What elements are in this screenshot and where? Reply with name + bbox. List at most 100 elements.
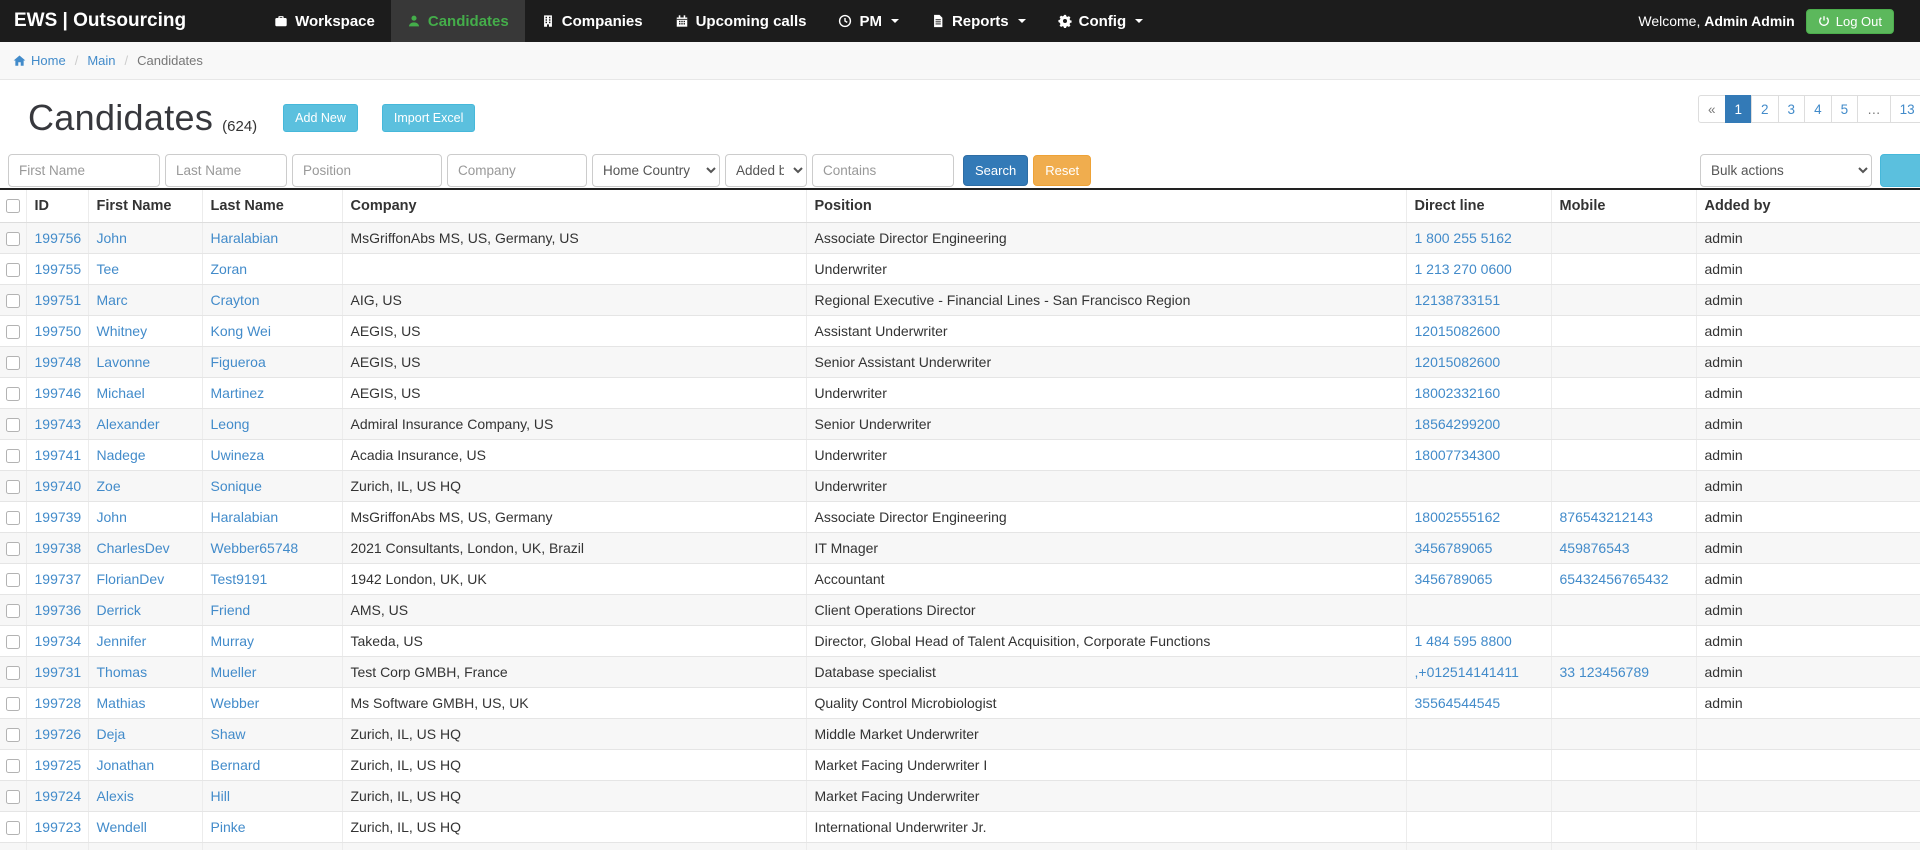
- nav-item-candidates[interactable]: Candidates: [390, 0, 525, 42]
- app-logo[interactable]: EWS | Outsourcing: [0, 0, 200, 42]
- first-name-link[interactable]: CharlesDev: [97, 540, 170, 556]
- pagination-page-1[interactable]: 1: [1724, 95, 1753, 123]
- last-name-link[interactable]: Haralabian: [211, 509, 279, 525]
- direct-line-link[interactable]: 1 800 255 5162: [1415, 230, 1512, 246]
- position-filter-input[interactable]: [292, 153, 442, 187]
- direct-line-link[interactable]: 18002332160: [1415, 385, 1501, 401]
- first-name-link[interactable]: Thomas: [97, 664, 148, 680]
- row-checkbox[interactable]: [5, 572, 20, 587]
- first-name-link[interactable]: Tee: [97, 261, 120, 277]
- last-name-link[interactable]: Figueroa: [211, 354, 266, 370]
- nav-item-companies[interactable]: Companies: [525, 0, 659, 42]
- first-name-link[interactable]: Wendell: [97, 819, 147, 835]
- last-name-link[interactable]: Zoran: [211, 261, 248, 277]
- candidate-id-link[interactable]: 199728: [35, 695, 82, 711]
- pagination-page-13[interactable]: 13: [1889, 95, 1920, 123]
- row-checkbox[interactable]: [5, 603, 20, 618]
- add-new-button[interactable]: Add New: [283, 104, 358, 132]
- last-name-link[interactable]: Uwineza: [211, 447, 265, 463]
- row-checkbox[interactable]: [5, 634, 20, 649]
- first-name-link[interactable]: Mathias: [97, 695, 146, 711]
- first-name-link[interactable]: Derrick: [97, 602, 141, 618]
- row-checkbox[interactable]: [5, 820, 20, 835]
- nav-item-pm[interactable]: PM: [822, 0, 915, 42]
- row-checkbox[interactable]: [5, 541, 20, 556]
- candidate-id-link[interactable]: 199723: [35, 819, 82, 835]
- last-name-link[interactable]: Haralabian: [211, 230, 279, 246]
- direct-line-link[interactable]: 35564544545: [1415, 695, 1501, 711]
- last-name-link[interactable]: Sonique: [211, 478, 262, 494]
- candidate-id-link[interactable]: 199736: [35, 602, 82, 618]
- candidate-id-link[interactable]: 199731: [35, 664, 82, 680]
- nav-item-reports[interactable]: Reports: [915, 0, 1042, 42]
- last-name-link[interactable]: Webber: [211, 695, 260, 711]
- company-filter-input[interactable]: [447, 153, 587, 187]
- import-excel-button[interactable]: Import Excel: [381, 104, 476, 132]
- candidate-id-link[interactable]: 199725: [35, 757, 82, 773]
- last-name-link[interactable]: Friend: [211, 602, 251, 618]
- pagination-page-2[interactable]: 2: [1751, 95, 1779, 123]
- direct-line-link[interactable]: 12138733151: [1415, 292, 1501, 308]
- nav-item-workspace[interactable]: Workspace: [258, 0, 391, 42]
- row-checkbox[interactable]: [5, 479, 20, 494]
- row-checkbox[interactable]: [5, 510, 20, 525]
- direct-line-link[interactable]: 12015082600: [1415, 354, 1501, 370]
- select-all-checkbox[interactable]: [5, 198, 20, 213]
- candidate-id-link[interactable]: 199739: [35, 509, 82, 525]
- first-name-link[interactable]: Alexander: [97, 416, 160, 432]
- first-name-link[interactable]: FlorianDev: [97, 571, 165, 587]
- direct-line-link[interactable]: 3456789065: [1415, 571, 1493, 587]
- candidate-id-link[interactable]: 199741: [35, 447, 82, 463]
- bulk-apply-button[interactable]: [1880, 154, 1920, 187]
- direct-line-link[interactable]: 1 484 595 8800: [1415, 633, 1512, 649]
- first-name-link[interactable]: Alexis: [97, 788, 134, 804]
- row-checkbox[interactable]: [5, 448, 20, 463]
- candidate-id-link[interactable]: 199740: [35, 478, 82, 494]
- direct-line-link[interactable]: 18002555162: [1415, 509, 1501, 525]
- row-checkbox[interactable]: [5, 727, 20, 742]
- direct-line-link[interactable]: 1 213 270 0600: [1415, 261, 1512, 277]
- breadcrumb-home[interactable]: Home: [31, 53, 66, 68]
- direct-line-link[interactable]: 18007734300: [1415, 447, 1501, 463]
- last-name-link[interactable]: Webber65748: [211, 540, 299, 556]
- last-name-link[interactable]: Test9191: [211, 571, 268, 587]
- row-checkbox[interactable]: [5, 758, 20, 773]
- candidate-id-link[interactable]: 199751: [35, 292, 82, 308]
- row-checkbox[interactable]: [5, 262, 20, 277]
- first-name-link[interactable]: John: [97, 230, 127, 246]
- candidate-id-link[interactable]: 199724: [35, 788, 82, 804]
- logout-button[interactable]: Log Out: [1805, 8, 1894, 34]
- first-name-filter-input[interactable]: [8, 153, 160, 187]
- direct-line-link[interactable]: 3456789065: [1415, 540, 1493, 556]
- last-name-link[interactable]: Shaw: [211, 726, 246, 742]
- mobile-link[interactable]: 876543212143: [1560, 509, 1653, 525]
- candidate-id-link[interactable]: 199726: [35, 726, 82, 742]
- last-name-link[interactable]: Bernard: [211, 757, 261, 773]
- nav-item-config[interactable]: Config: [1042, 0, 1159, 42]
- first-name-link[interactable]: Whitney: [97, 323, 148, 339]
- candidate-id-link[interactable]: 199743: [35, 416, 82, 432]
- direct-line-link[interactable]: 12015082600: [1415, 323, 1501, 339]
- row-checkbox[interactable]: [5, 293, 20, 308]
- first-name-link[interactable]: Deja: [97, 726, 126, 742]
- first-name-link[interactable]: Zoe: [97, 478, 121, 494]
- mobile-link[interactable]: 65432456765432: [1560, 571, 1669, 587]
- row-checkbox[interactable]: [5, 231, 20, 246]
- breadcrumb-main[interactable]: Main: [87, 53, 115, 68]
- last-name-link[interactable]: Crayton: [211, 292, 260, 308]
- candidate-id-link[interactable]: 199750: [35, 323, 82, 339]
- candidate-id-link[interactable]: 199734: [35, 633, 82, 649]
- first-name-link[interactable]: Nadege: [97, 447, 146, 463]
- first-name-link[interactable]: Michael: [97, 385, 145, 401]
- first-name-link[interactable]: Jonathan: [97, 757, 155, 773]
- pagination-page-5[interactable]: 5: [1830, 95, 1859, 123]
- pagination-page-4[interactable]: 4: [1804, 95, 1832, 123]
- last-name-link[interactable]: Leong: [211, 416, 250, 432]
- candidate-id-link[interactable]: 199755: [35, 261, 82, 277]
- pagination-page-«[interactable]: «: [1698, 95, 1726, 123]
- candidate-id-link[interactable]: 199748: [35, 354, 82, 370]
- last-name-link[interactable]: Mueller: [211, 664, 257, 680]
- reset-button[interactable]: Reset: [1033, 154, 1092, 186]
- row-checkbox[interactable]: [5, 386, 20, 401]
- last-name-link[interactable]: Hill: [211, 788, 230, 804]
